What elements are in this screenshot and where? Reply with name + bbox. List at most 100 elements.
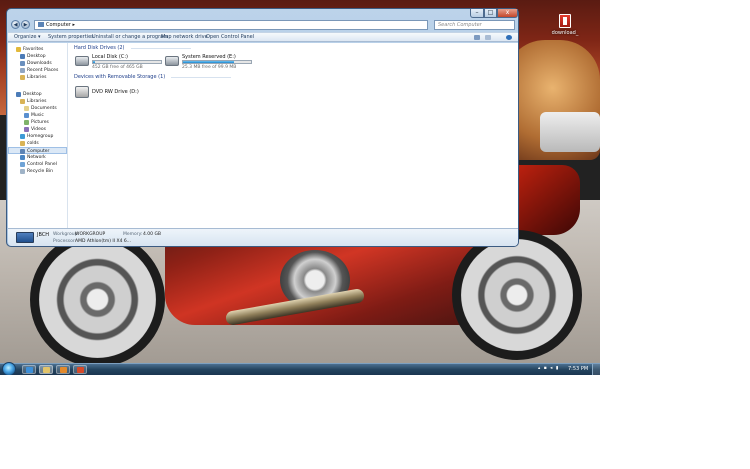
workgroup-value: WORKGROUP (75, 232, 106, 237)
taskbar-app[interactable] (73, 365, 87, 374)
nav-recent-places[interactable]: Recent Places (8, 67, 67, 74)
system-properties-button[interactable]: System properties (48, 34, 94, 41)
homegroup-icon (20, 134, 25, 139)
wallpaper-rear-wheel (30, 232, 165, 367)
desktop-icon (16, 92, 21, 97)
nav-label: Recycle Bin (27, 169, 53, 174)
nav-homegroup[interactable]: Homegroup (8, 133, 67, 140)
drive-usage-fill (93, 61, 96, 63)
maximize-button[interactable]: □ (484, 9, 497, 18)
nav-label: Pictures (31, 120, 49, 125)
nav-pictures[interactable]: Pictures (8, 119, 67, 126)
drive-usage-fill (183, 61, 234, 63)
uninstall-program-button[interactable]: Uninstall or change a program (92, 34, 168, 41)
breadcrumb-separator[interactable]: ▸ (72, 22, 75, 28)
file-list[interactable]: Hard Disk Drives (2) Local Disk (C:) 452… (70, 43, 518, 228)
desktop-file-icon[interactable]: download_ (548, 14, 582, 36)
back-button[interactable]: ◀ (11, 20, 20, 29)
forward-button[interactable]: ▶ (21, 20, 30, 29)
hard-drive-icon (165, 56, 179, 66)
nav-favorites[interactable]: Favorites (8, 46, 67, 53)
clock[interactable]: 7:53 PM (568, 366, 588, 372)
memory-value: 4.00 GB (143, 232, 162, 237)
app-icon (77, 367, 84, 373)
show-desktop-button[interactable] (592, 364, 600, 375)
wallpaper-car (540, 112, 600, 152)
nav-documents[interactable]: Documents (8, 105, 67, 112)
hard-disk-drives-header[interactable]: Hard Disk Drives (2) (74, 45, 190, 52)
nav-label: Downloads (27, 61, 52, 66)
drive-c[interactable]: Local Disk (C:) 452 GB free of 465 GB (75, 54, 170, 72)
processor-value: AMD Athlon(tm) II X4 6... (75, 239, 132, 244)
drive-usage-bar (92, 60, 162, 64)
nav-libraries-fav[interactable]: Libraries (8, 74, 67, 81)
nav-desktop[interactable]: Desktop (8, 91, 67, 98)
nav-label: Recent Places (27, 68, 59, 73)
search-input[interactable]: Search Computer (434, 20, 515, 30)
explorer-icon (43, 367, 50, 373)
view-options-icon[interactable] (474, 35, 480, 40)
nav-desktop-fav[interactable]: Desktop (8, 53, 67, 60)
nav-downloads[interactable]: Downloads (8, 60, 67, 67)
downloads-icon (20, 61, 25, 66)
start-button[interactable] (2, 362, 16, 375)
nav-label: Desktop (23, 92, 42, 97)
nav-label: Music (31, 113, 44, 118)
nav-label: Control Panel (27, 162, 57, 167)
computer-icon (38, 22, 44, 27)
system-tray[interactable]: ▴ ▪ ◂ ▮ (538, 366, 559, 371)
nav-label: colds (27, 141, 39, 146)
help-icon[interactable] (506, 35, 512, 40)
videos-icon (24, 127, 29, 132)
nav-label: Videos (31, 127, 46, 132)
media-player-icon (60, 367, 67, 373)
navigation-pane[interactable]: Favorites Desktop Downloads Recent Place… (8, 43, 68, 228)
drive-usage-bar (182, 60, 252, 64)
nav-network[interactable]: Network (8, 154, 67, 161)
nav-music[interactable]: Music (8, 112, 67, 119)
nav-recycle-bin[interactable]: Recycle Bin (8, 168, 67, 175)
open-control-panel-button[interactable]: Open Control Panel (206, 34, 254, 41)
drive-name: DVD RW Drive (D:) (92, 89, 139, 95)
computer-icon (16, 232, 34, 243)
nav-label: Libraries (27, 99, 47, 104)
dvd-drive-icon (75, 86, 89, 98)
taskbar-ie[interactable] (22, 365, 36, 374)
removable-storage-header[interactable]: Devices with Removable Storage (1) (74, 74, 232, 81)
desktop-file-label: download_ (551, 30, 579, 36)
star-icon (16, 47, 21, 52)
recycle-bin-icon (20, 169, 25, 174)
wallpaper-front-wheel (452, 230, 582, 360)
drive-d[interactable]: DVD RW Drive (D:) (75, 85, 155, 103)
desktop-icon (20, 54, 25, 59)
address-bar[interactable]: Computer ▸ (34, 20, 428, 30)
documents-icon (24, 106, 29, 111)
libraries-icon (20, 99, 25, 104)
nav-libraries[interactable]: Libraries (8, 98, 67, 105)
pictures-icon (24, 120, 29, 125)
minimize-button[interactable]: – (470, 9, 484, 18)
nav-label: Desktop (27, 54, 46, 59)
recent-places-icon (20, 68, 25, 73)
nav-user[interactable]: colds (8, 140, 67, 147)
taskbar-media-player[interactable] (56, 365, 70, 374)
explorer-window[interactable]: – □ x ◀ ▶ Computer ▸ Search Computer Org… (6, 8, 519, 247)
map-network-drive-button[interactable]: Map network drive (161, 34, 208, 41)
organize-button[interactable]: Organize ▾ (14, 34, 41, 41)
taskbar-explorer[interactable] (39, 365, 53, 374)
music-icon (24, 113, 29, 118)
nav-computer[interactable]: Computer (8, 147, 67, 154)
nav-videos[interactable]: Videos (8, 126, 67, 133)
nav-control-panel[interactable]: Control Panel (8, 161, 67, 168)
processor-label: Processor: (53, 239, 77, 244)
breadcrumb-computer[interactable]: Computer (46, 22, 71, 28)
user-folder-icon (20, 141, 25, 146)
nav-label: Favorites (23, 47, 44, 52)
drive-free-space: 25.3 MB free of 99.9 MB (182, 65, 237, 70)
desktop[interactable]: download_ – □ x ◀ ▶ Computer ▸ Search Co… (0, 0, 600, 375)
preview-pane-icon[interactable] (485, 35, 491, 40)
window-content: Favorites Desktop Downloads Recent Place… (8, 43, 518, 228)
close-button[interactable]: x (497, 9, 518, 18)
drive-e[interactable]: System Reserved (E:) 25.3 MB free of 99.… (165, 54, 265, 72)
details-pane: JBCH Workgroup: WORKGROUP Memory: 4.00 G… (8, 228, 518, 246)
